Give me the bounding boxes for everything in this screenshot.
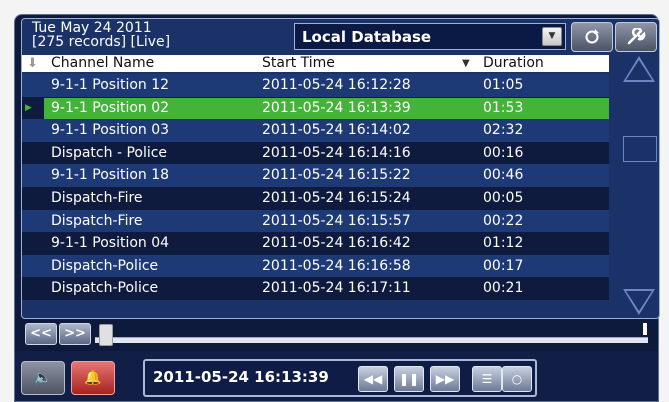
cell-duration: 00:21 [483, 280, 524, 297]
timeline-slider-handle[interactable] [99, 324, 113, 346]
cell-start: 2011-05-24 16:14:02 [262, 122, 411, 139]
database-select-value: Local Database [302, 28, 432, 46]
cell-duration: 00:17 [483, 257, 524, 274]
record-button[interactable]: ○ [502, 366, 532, 392]
playback-bar: 🔈 🔔 2011-05-24 16:13:39 ◀◀ ❚❚ ▶▶ ☰ ○ [15, 351, 658, 401]
cell-duration: 00:05 [483, 189, 524, 206]
cell-start: 2011-05-24 16:15:22 [262, 167, 411, 184]
scroll-thumb[interactable] [623, 136, 657, 162]
cell-start: 2011-05-24 16:13:39 [262, 99, 411, 116]
circle-icon: ○ [511, 372, 523, 386]
table-row[interactable]: Dispatch-Police 2011-05-24 16:16:58 00:1… [22, 254, 609, 278]
cell-start: 2011-05-24 16:15:57 [262, 212, 411, 229]
cell-channel: 9-1-1 Position 18 [51, 167, 170, 184]
scroll-down-icon[interactable] [623, 289, 655, 315]
timeline-track[interactable] [95, 337, 648, 343]
sort-desc-icon[interactable]: ▼ [462, 55, 470, 72]
cell-start: 2011-05-24 16:15:24 [262, 189, 411, 206]
cell-duration: 01:12 [483, 235, 524, 252]
cell-duration: 01:05 [483, 77, 524, 93]
header-record-info: [275 records] [Live] [32, 34, 171, 50]
table-header: ⬇ Channel Name Start Time ▼ Duration [22, 55, 609, 72]
cell-channel: Dispatch-Fire [51, 189, 143, 206]
cell-channel: 9-1-1 Position 12 [51, 77, 170, 93]
forward-timeline-button[interactable]: >> [59, 323, 91, 345]
selected-row-marker-icon: ▶ [25, 102, 32, 113]
cell-duration: 00:16 [483, 144, 524, 161]
fast-forward-icon: ▶▶ [435, 372, 455, 386]
rewind-timeline-button[interactable]: << [25, 323, 57, 345]
header-date: Tue May 24 2011 [32, 20, 152, 36]
cell-channel: 9-1-1 Position 04 [51, 235, 170, 252]
speaker-button[interactable]: 🔈 [21, 361, 65, 395]
cell-channel: Dispatch - Police [51, 144, 168, 161]
bell-icon: 🔔 [84, 370, 102, 386]
cell-channel: 9-1-1 Position 03 [51, 122, 170, 139]
refresh-button[interactable] [571, 22, 613, 52]
settings-button[interactable] [615, 22, 657, 52]
table-row[interactable]: 9-1-1 Position 12 2011-05-24 16:12:28 01… [22, 74, 609, 97]
speaker-icon: 🔈 [34, 370, 52, 386]
recorder-window: Tue May 24 2011 [275 records] [Live] Loc… [14, 14, 660, 402]
cell-start: 2011-05-24 16:16:58 [262, 257, 411, 274]
rewind-icon: ◀◀ [363, 372, 383, 386]
pause-button[interactable]: ❚❚ [394, 366, 424, 392]
column-start-time[interactable]: Start Time [262, 55, 335, 72]
table-row[interactable]: 9-1-1 Position 03 2011-05-24 16:14:02 02… [22, 119, 609, 142]
playback-controls: 2011-05-24 16:13:39 ◀◀ ❚❚ ▶▶ ☰ ○ [143, 359, 537, 397]
database-select[interactable]: Local Database ▼ [294, 23, 566, 50]
scroll-up-icon[interactable] [623, 56, 655, 82]
refresh-icon [585, 29, 599, 44]
cell-duration: 00:46 [483, 167, 524, 184]
column-channel-name[interactable]: Channel Name [51, 55, 154, 72]
cell-channel: Dispatch-Fire [51, 212, 143, 229]
table-row[interactable]: Dispatch - Police 2011-05-24 16:14:16 00… [22, 141, 609, 165]
table-row[interactable]: Dispatch-Fire 2011-05-24 16:15:24 00:05 [22, 186, 609, 210]
timeline-end-marker [643, 323, 647, 335]
vertical-scrollbar[interactable] [620, 56, 657, 315]
cell-channel: Dispatch-Police [51, 257, 159, 274]
cell-start: 2011-05-24 16:17:11 [262, 280, 411, 297]
list-icon: ☰ [481, 372, 493, 386]
download-icon[interactable]: ⬇ [27, 55, 38, 72]
cell-duration: 00:22 [483, 212, 524, 229]
cell-start: 2011-05-24 16:14:16 [262, 144, 411, 161]
table-row[interactable]: 9-1-1 Position 04 2011-05-24 16:16:42 01… [22, 232, 609, 255]
cell-channel: Dispatch-Police [51, 280, 159, 297]
cell-start: 2011-05-24 16:16:42 [262, 235, 411, 252]
playback-time: 2011-05-24 16:13:39 [153, 368, 329, 386]
column-duration[interactable]: Duration [483, 55, 544, 72]
pause-icon: ❚❚ [398, 372, 420, 386]
alarm-button[interactable]: 🔔 [71, 361, 115, 395]
table-row[interactable]: Dispatch-Police 2011-05-24 16:17:11 00:2… [22, 277, 609, 300]
table-row[interactable]: 9-1-1 Position 18 2011-05-24 16:15:22 00… [22, 164, 609, 187]
timeline: << >> [25, 321, 655, 346]
fast-forward-button[interactable]: ▶▶ [430, 366, 460, 392]
cell-channel: 9-1-1 Position 02 [51, 99, 170, 116]
list-button[interactable]: ☰ [472, 366, 502, 392]
records-panel: Tue May 24 2011 [275 records] [Live] Loc… [21, 18, 660, 319]
chevron-down-icon[interactable]: ▼ [542, 27, 562, 46]
cell-start: 2011-05-24 16:12:28 [262, 77, 411, 93]
cell-duration: 01:53 [483, 99, 524, 116]
wrench-icon [627, 26, 646, 45]
rewind-button[interactable]: ◀◀ [358, 366, 388, 392]
records-table: 9-1-1 Position 12 2011-05-24 16:12:28 01… [22, 74, 609, 300]
table-row[interactable]: Dispatch-Fire 2011-05-24 16:15:57 00:22 [22, 209, 609, 233]
cell-duration: 02:32 [483, 122, 524, 139]
table-row-selected[interactable]: ▶ 9-1-1 Position 02 2011-05-24 16:13:39 … [22, 96, 609, 120]
